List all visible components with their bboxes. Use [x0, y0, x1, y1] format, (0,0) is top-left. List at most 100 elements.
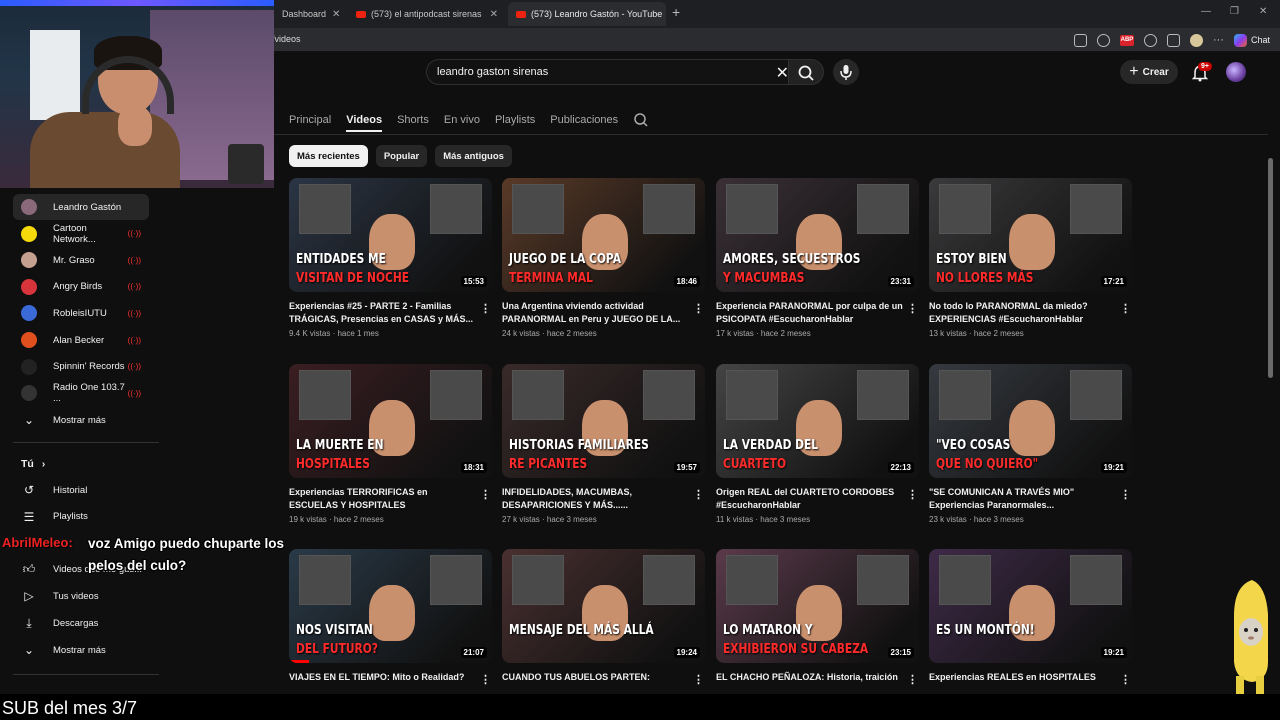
- video-title[interactable]: VIAJES EN EL TIEMPO: Mito o Realidad?: [289, 671, 477, 684]
- video-menu-icon[interactable]: ⋮: [907, 302, 918, 315]
- favorites-bar-icon[interactable]: [1166, 33, 1180, 47]
- new-tab-button[interactable]: +: [672, 4, 680, 20]
- video-card[interactable]: LA VERDAD DEL CUARTETO 22:13 Origen REAL de…: [716, 364, 920, 524]
- video-thumbnail[interactable]: LA VERDAD DEL CUARTETO 22:13: [716, 364, 919, 478]
- video-thumbnail[interactable]: ES UN MONTÓN! 19:21: [929, 549, 1132, 663]
- more-icon[interactable]: ···: [1213, 34, 1224, 46]
- search-input[interactable]: leandro gaston sirenas ✕: [426, 59, 798, 85]
- video-menu-icon[interactable]: ⋮: [1120, 302, 1131, 315]
- video-title[interactable]: No todo lo PARANORMAL da miedo? EXPERIEN…: [929, 300, 1117, 326]
- video-title[interactable]: Una Argentina viviendo actividad PARANOR…: [502, 300, 690, 326]
- show-more-you[interactable]: ⌄ Mostrar más: [13, 637, 149, 663]
- tab-leandro-gaston[interactable]: (573) Leandro Gastón - YouTube ✕: [508, 2, 666, 26]
- sidebar-you-item[interactable]: ▷ Tus videos: [13, 583, 149, 609]
- video-menu-icon[interactable]: ⋮: [693, 302, 704, 315]
- close-icon[interactable]: ✕: [326, 9, 340, 20]
- tab-antipodcast[interactable]: (573) el antipodcast sirenas - YouT ✕: [348, 2, 506, 26]
- tab-playlists[interactable]: Playlists: [495, 114, 535, 126]
- video-card[interactable]: ENTIDADES ME VISITAN DE NOCHE 15:53 Experie…: [289, 178, 493, 338]
- maximize-icon[interactable]: ❐: [1230, 6, 1239, 17]
- video-thumbnail[interactable]: MENSAJE DEL MÁS ALLÁ 19:24: [502, 549, 705, 663]
- video-title[interactable]: INFIDELIDADES, MACUMBAS, DESAPARICIONES …: [502, 486, 690, 512]
- video-card[interactable]: JUEGO DE LA COPA TERMINA MAL 18:46 Una Arge…: [502, 178, 706, 338]
- chip-mas-recientes[interactable]: Más recientes: [289, 145, 368, 167]
- channel-search-icon[interactable]: [633, 112, 649, 128]
- video-thumbnail[interactable]: HISTORIAS FAMILIARES RE PICANTES 19:57: [502, 364, 705, 478]
- tab-videos[interactable]: Videos: [346, 114, 383, 132]
- tab-en-vivo[interactable]: En vivo: [444, 114, 480, 126]
- video-menu-icon[interactable]: ⋮: [480, 488, 491, 501]
- video-menu-icon[interactable]: ⋮: [693, 673, 704, 686]
- extension-icon[interactable]: [1143, 33, 1157, 47]
- tab-shorts[interactable]: Shorts: [397, 114, 429, 126]
- video-card[interactable]: MENSAJE DEL MÁS ALLÁ 19:24 CUANDO TUS ABUE…: [502, 549, 706, 686]
- sidebar-subscription-item[interactable]: Radio One 103.7 ... ((·)): [13, 380, 149, 406]
- sidebar-subscription-item[interactable]: Cartoon Network... ((·)): [13, 221, 149, 247]
- video-card[interactable]: AMORES, SECUESTROS Y MACUMBAS 23:31 Experie…: [716, 178, 920, 338]
- voice-search-button[interactable]: [833, 59, 859, 85]
- video-menu-icon[interactable]: ⋮: [1120, 673, 1131, 686]
- video-thumbnail[interactable]: NOS VISITAN DEL FUTURO? 21:07: [289, 549, 492, 663]
- sidebar-subscription-item[interactable]: Spinnin' Records ((·)): [13, 354, 149, 380]
- sidebar-you-item[interactable]: ⤓ Descargas: [13, 610, 149, 636]
- sidebar-subscription-item[interactable]: Mr. Graso ((·)): [13, 247, 149, 273]
- profile-icon[interactable]: [1189, 33, 1203, 47]
- tab-publicaciones[interactable]: Publicaciones: [550, 114, 618, 126]
- sidebar-subscription-item[interactable]: Alan Becker ((·)): [13, 327, 149, 353]
- you-section-header[interactable]: Tú ›: [21, 458, 45, 470]
- sidebar-subscription-item[interactable]: RobleisIUTU ((·)): [13, 300, 149, 326]
- scrollbar[interactable]: [1268, 158, 1273, 378]
- sidebar-you-item[interactable]: ↺ Historial: [13, 477, 149, 503]
- account-avatar[interactable]: [1226, 62, 1246, 82]
- favorite-icon[interactable]: [1096, 33, 1110, 47]
- minimize-icon[interactable]: —: [1201, 6, 1211, 17]
- chat-button[interactable]: Chat: [1233, 33, 1270, 47]
- video-menu-icon[interactable]: ⋮: [907, 673, 918, 686]
- sidebar-subscription-item[interactable]: Leandro Gastón: [13, 194, 149, 220]
- video-thumbnail[interactable]: "VEO COSAS QUE NO QUIERO" 19:21: [929, 364, 1132, 478]
- video-card[interactable]: ES UN MONTÓN! 19:21 Experiencias REALES en…: [929, 549, 1133, 686]
- video-thumbnail[interactable]: ENTIDADES ME VISITAN DE NOCHE 15:53: [289, 178, 492, 292]
- chip-popular[interactable]: Popular: [375, 145, 428, 167]
- video-title[interactable]: Experiencias REALES en HOSPITALES: [929, 671, 1117, 684]
- video-title[interactable]: EL CHACHO PEÑALOZA: Historia, traición y: [716, 671, 904, 684]
- video-thumbnail[interactable]: LA MUERTE EN HOSPITALES 18:31: [289, 364, 492, 478]
- video-card[interactable]: HISTORIAS FAMILIARES RE PICANTES 19:57 INFI…: [502, 364, 706, 524]
- video-thumbnail[interactable]: LO MATARON Y EXHIBIERON SU CABEZA 23:15: [716, 549, 919, 663]
- create-button[interactable]: + Crear: [1120, 60, 1178, 84]
- video-menu-icon[interactable]: ⋮: [480, 302, 491, 315]
- video-thumbnail[interactable]: AMORES, SECUESTROS Y MACUMBAS 23:31: [716, 178, 919, 292]
- show-more-subscriptions[interactable]: ⌄ Mostrar más: [13, 407, 149, 433]
- video-title[interactable]: Experiencias #25 - PARTE 2 - Familias TR…: [289, 300, 477, 326]
- video-menu-icon[interactable]: ⋮: [907, 488, 918, 501]
- video-title[interactable]: Experiencias TERRORIFICAS en ESCUELAS Y …: [289, 486, 477, 512]
- sidebar-you-item[interactable]: ☰ Playlists: [13, 504, 149, 530]
- url-field[interactable]: /videos: [272, 34, 301, 44]
- close-icon[interactable]: ✕: [662, 9, 666, 20]
- video-card[interactable]: LA MUERTE EN HOSPITALES 18:31 Experiencias …: [289, 364, 493, 524]
- close-window-icon[interactable]: ✕: [1259, 6, 1267, 17]
- sidebar-subscription-item[interactable]: Angry Birds ((·)): [13, 274, 149, 300]
- video-thumbnail[interactable]: JUEGO DE LA COPA TERMINA MAL 18:46: [502, 178, 705, 292]
- search-button[interactable]: [788, 59, 824, 85]
- video-card[interactable]: LO MATARON Y EXHIBIERON SU CABEZA 23:15 EL …: [716, 549, 920, 686]
- adblock-icon[interactable]: ABP: [1119, 34, 1134, 46]
- reader-icon[interactable]: [1073, 33, 1087, 47]
- video-card[interactable]: NOS VISITAN DEL FUTURO? 21:07 VIAJES EN EL …: [289, 549, 493, 686]
- tab-principal[interactable]: Principal: [289, 114, 331, 126]
- video-card[interactable]: ESTOY BIEN NO LLORES MÁS 17:21 No todo lo P…: [929, 178, 1133, 338]
- video-title[interactable]: "SE COMUNICAN A TRAVÉS MIO" Experiencias…: [929, 486, 1117, 512]
- video-menu-icon[interactable]: ⋮: [693, 488, 704, 501]
- video-card[interactable]: "VEO COSAS QUE NO QUIERO" 19:21 "SE COMUNIC…: [929, 364, 1133, 524]
- clear-search-icon[interactable]: ✕: [776, 63, 789, 83]
- close-icon[interactable]: ✕: [484, 9, 498, 20]
- video-thumbnail[interactable]: ESTOY BIEN NO LLORES MÁS 17:21: [929, 178, 1132, 292]
- video-title[interactable]: Experiencia PARANORMAL por culpa de un P…: [716, 300, 904, 326]
- video-menu-icon[interactable]: ⋮: [1120, 488, 1131, 501]
- video-title[interactable]: CUANDO TUS ABUELOS PARTEN: Mensajes: [502, 671, 690, 684]
- video-menu-icon[interactable]: ⋮: [480, 673, 491, 686]
- tab-dashboard[interactable]: Dashboard ✕: [274, 2, 346, 26]
- chip-mas-antiguos[interactable]: Más antiguos: [435, 145, 512, 167]
- video-title[interactable]: Origen REAL del CUARTETO CORDOBES #Escuc…: [716, 486, 904, 512]
- thumbnail-text: HISTORIAS FAMILIARES: [509, 438, 649, 453]
